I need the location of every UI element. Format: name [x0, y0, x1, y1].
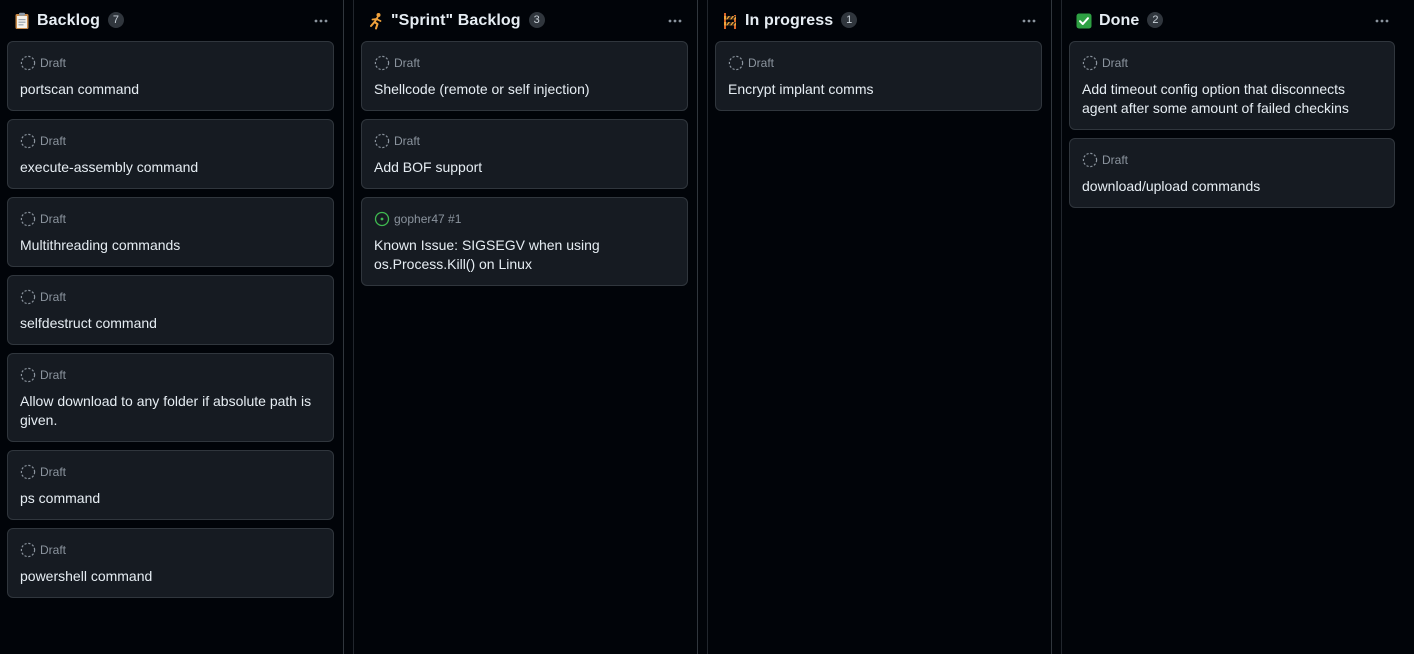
kebab-horizontal-icon: [668, 19, 682, 22]
draft-issue-icon: [20, 542, 36, 558]
card-title: Add BOF support: [374, 159, 483, 175]
issue-reference-link[interactable]: gopher47 #1: [394, 212, 461, 226]
column-item-count: 7: [107, 11, 124, 28]
column-item-count: 2: [1147, 11, 1164, 28]
card-meta-label: Draft: [40, 134, 67, 148]
draft-issue-icon: [728, 55, 744, 71]
draft-issue-icon: [20, 211, 36, 227]
board-card[interactable]: Draft download/upload commands: [1069, 138, 1395, 208]
column-divider: [1052, 0, 1062, 654]
column-header: Backlog 7: [0, 0, 343, 41]
kebab-horizontal-icon: [1022, 19, 1036, 22]
column-header: "Sprint" Backlog 3: [354, 0, 697, 41]
column-divider: [698, 0, 708, 654]
card-title: Encrypt implant comms: [728, 81, 874, 97]
board-card[interactable]: Draft portscan command: [7, 41, 334, 111]
board-card[interactable]: Draft powershell command: [7, 528, 334, 598]
draft-issue-icon: [374, 133, 390, 149]
column-item-count: 1: [841, 11, 858, 28]
draft-issue-icon: [20, 133, 36, 149]
board-card[interactable]: Draft ps command: [7, 450, 334, 520]
card-meta-label: Draft: [40, 465, 67, 479]
kebab-horizontal-icon: [314, 19, 328, 22]
card-title: Known Issue: SIGSEGV when using os.Proce…: [374, 237, 600, 272]
card-meta-label: Draft: [748, 56, 775, 70]
card-list: Draft Add timeout config option that dis…: [1062, 41, 1404, 208]
card-meta-label: Draft: [40, 368, 67, 382]
card-title: Multithreading commands: [20, 237, 181, 253]
card-title: Shellcode (remote or self injection): [374, 81, 590, 97]
draft-issue-icon: [20, 367, 36, 383]
runner-icon: [367, 12, 385, 30]
card-meta-label: Draft: [394, 56, 421, 70]
column-header: In progress 1: [708, 0, 1051, 41]
board-card[interactable]: Draft selfdestruct command: [7, 275, 334, 345]
draft-issue-icon: [20, 55, 36, 71]
column-title: In progress: [745, 11, 834, 29]
column-title: Backlog: [37, 11, 100, 29]
board-card[interactable]: gopher47 #1 Known Issue: SIGSEGV when us…: [361, 197, 688, 286]
column-menu-button[interactable]: [663, 9, 687, 33]
construction-icon: [721, 12, 739, 30]
column-menu-button[interactable]: [1017, 9, 1041, 33]
column-item-count: 3: [528, 11, 545, 28]
card-title: download/upload commands: [1082, 178, 1261, 194]
card-title: portscan command: [20, 81, 140, 97]
column-menu-button[interactable]: [309, 9, 333, 33]
draft-issue-icon: [374, 55, 390, 71]
card-list: Draft portscan command Draft execute-ass…: [0, 41, 343, 598]
card-meta-label: Draft: [40, 543, 67, 557]
kebab-horizontal-icon: [1375, 19, 1389, 22]
card-meta-label: Draft: [1102, 56, 1129, 70]
column-backlog: Backlog 7 Draft portscan command Draft e…: [0, 0, 344, 654]
card-list: Draft Encrypt implant comms: [708, 41, 1051, 111]
project-board: Backlog 7 Draft portscan command Draft e…: [0, 0, 1414, 654]
board-card[interactable]: Draft Shellcode (remote or self injectio…: [361, 41, 688, 111]
draft-issue-icon: [20, 289, 36, 305]
draft-issue-icon: [1082, 55, 1098, 71]
clipboard-icon: [13, 12, 31, 30]
column-header: Done 2: [1062, 0, 1404, 41]
card-title: Add timeout config option that disconnec…: [1082, 81, 1349, 116]
card-title: Allow download to any folder if absolute…: [20, 393, 312, 428]
card-title: powershell command: [20, 568, 153, 584]
column-menu-button[interactable]: [1370, 9, 1394, 33]
column-in-progress: In progress 1 Draft Encrypt implant comm…: [708, 0, 1052, 654]
card-meta-label: Draft: [1102, 153, 1129, 167]
open-issue-icon: [374, 211, 390, 227]
board-card[interactable]: Draft Allow download to any folder if ab…: [7, 353, 334, 442]
board-card[interactable]: Draft Encrypt implant comms: [715, 41, 1042, 111]
draft-issue-icon: [20, 464, 36, 480]
card-title: selfdestruct command: [20, 315, 157, 331]
card-list: Draft Shellcode (remote or self injectio…: [354, 41, 697, 286]
board-card[interactable]: Draft execute-assembly command: [7, 119, 334, 189]
card-meta-label: Draft: [40, 290, 67, 304]
card-title: ps command: [20, 490, 101, 506]
draft-issue-icon: [1082, 152, 1098, 168]
board-card[interactable]: Draft Multithreading commands: [7, 197, 334, 267]
column-done: Done 2 Draft Add timeout config option t…: [1062, 0, 1404, 654]
card-title: execute-assembly command: [20, 159, 199, 175]
column-title: "Sprint" Backlog: [391, 11, 521, 29]
card-meta-label: Draft: [394, 134, 421, 148]
column-title: Done: [1099, 11, 1140, 29]
column-divider: [344, 0, 354, 654]
check-mark-icon: [1075, 12, 1093, 30]
card-meta-label: Draft: [40, 212, 67, 226]
column-sprint-backlog: "Sprint" Backlog 3 Draft Shellcode (remo…: [354, 0, 698, 654]
board-card[interactable]: Draft Add timeout config option that dis…: [1069, 41, 1395, 130]
board-card[interactable]: Draft Add BOF support: [361, 119, 688, 189]
card-meta-label: Draft: [40, 56, 67, 70]
